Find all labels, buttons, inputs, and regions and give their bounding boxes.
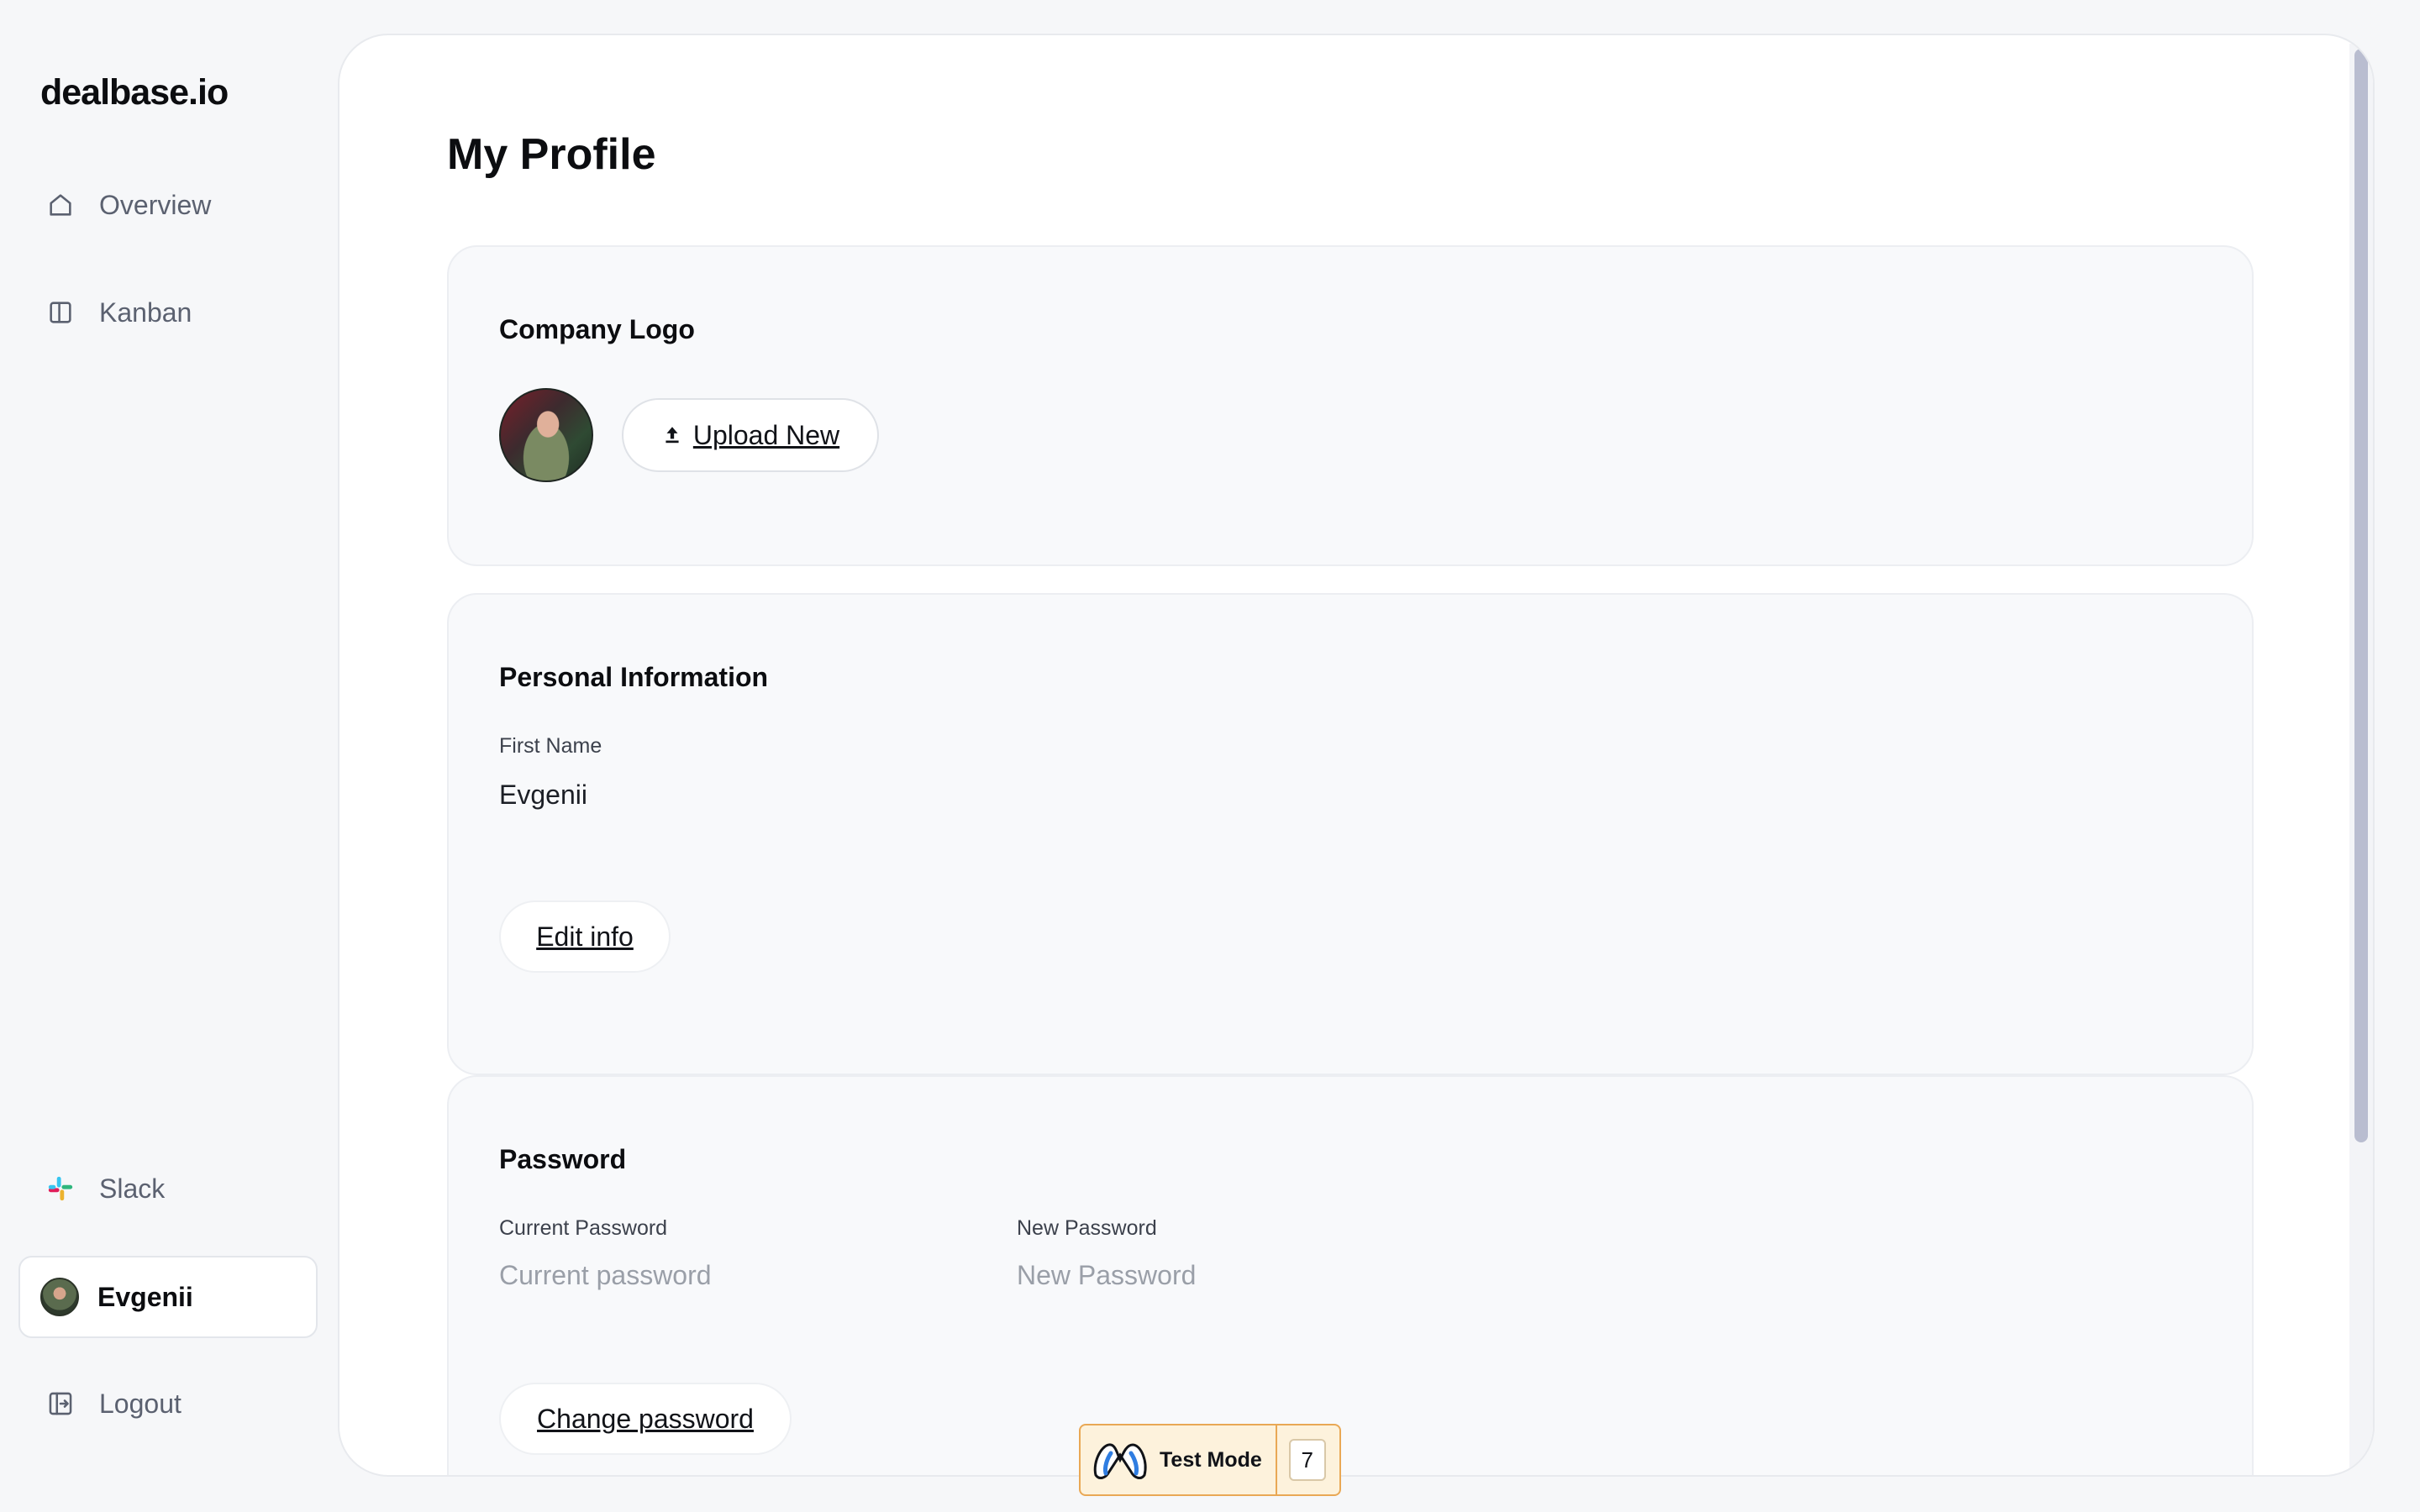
scroll-thumb[interactable] — [2354, 49, 2368, 1142]
personal-info-card: Personal Information First Name Evgenii … — [447, 593, 2254, 1075]
divider — [1275, 1425, 1277, 1495]
test-mode-label: Test Mode — [1160, 1447, 1262, 1472]
kanban-icon — [44, 296, 77, 329]
test-mode-badge[interactable]: Test Mode 7 — [1079, 1424, 1341, 1496]
sidebar-item-profile[interactable]: Evgenii — [18, 1256, 318, 1338]
section-title: Password — [499, 1144, 627, 1174]
main-panel: My Profile Company Logo Upload New Perso… — [338, 34, 2375, 1477]
slack-icon — [44, 1172, 77, 1205]
scrollbar[interactable] — [2349, 44, 2373, 1470]
company-logo-image — [499, 388, 593, 482]
sidebar-item-slack[interactable]: Slack — [18, 1148, 318, 1229]
first-name-label: First Name — [499, 734, 602, 758]
upload-new-button[interactable]: Upload New — [622, 398, 879, 472]
logout-icon — [44, 1387, 77, 1420]
test-mode-logo-icon — [1091, 1436, 1150, 1483]
sidebar-item-label: Kanban — [99, 297, 192, 328]
sidebar-item-kanban[interactable]: Kanban — [18, 272, 318, 353]
new-password-label: New Password — [1017, 1216, 1157, 1240]
home-icon — [44, 188, 77, 222]
edit-info-button[interactable]: Edit info — [499, 900, 671, 973]
avatar — [40, 1278, 79, 1316]
sidebar-item-logout[interactable]: Logout — [18, 1363, 318, 1444]
upload-new-label: Upload New — [692, 419, 840, 450]
password-card: Password Current Password New Password C… — [447, 1075, 2254, 1475]
upload-icon — [661, 424, 683, 446]
new-password-input[interactable] — [1017, 1260, 1454, 1291]
sidebar-item-label: Evgenii — [97, 1281, 193, 1312]
first-name-value: Evgenii — [499, 780, 587, 810]
sidebar-item-overview[interactable]: Overview — [18, 165, 318, 245]
app-logo[interactable]: dealbase.io — [40, 72, 229, 113]
change-password-button[interactable]: Change password — [499, 1383, 792, 1455]
section-title: Personal Information — [499, 662, 769, 692]
current-password-input[interactable] — [499, 1260, 936, 1291]
sidebar-item-label: Overview — [99, 189, 212, 220]
section-title: Company Logo — [499, 314, 695, 344]
sidebar-item-label: Logout — [99, 1388, 182, 1419]
sidebar-item-label: Slack — [99, 1173, 166, 1204]
current-password-label: Current Password — [499, 1216, 668, 1240]
sidebar: dealbase.io Overview Kanban Slack Evgeni… — [0, 0, 336, 1512]
company-logo-card: Company Logo Upload New — [447, 245, 2254, 566]
page-title: My Profile — [447, 130, 656, 179]
test-mode-count: 7 — [1288, 1439, 1326, 1481]
